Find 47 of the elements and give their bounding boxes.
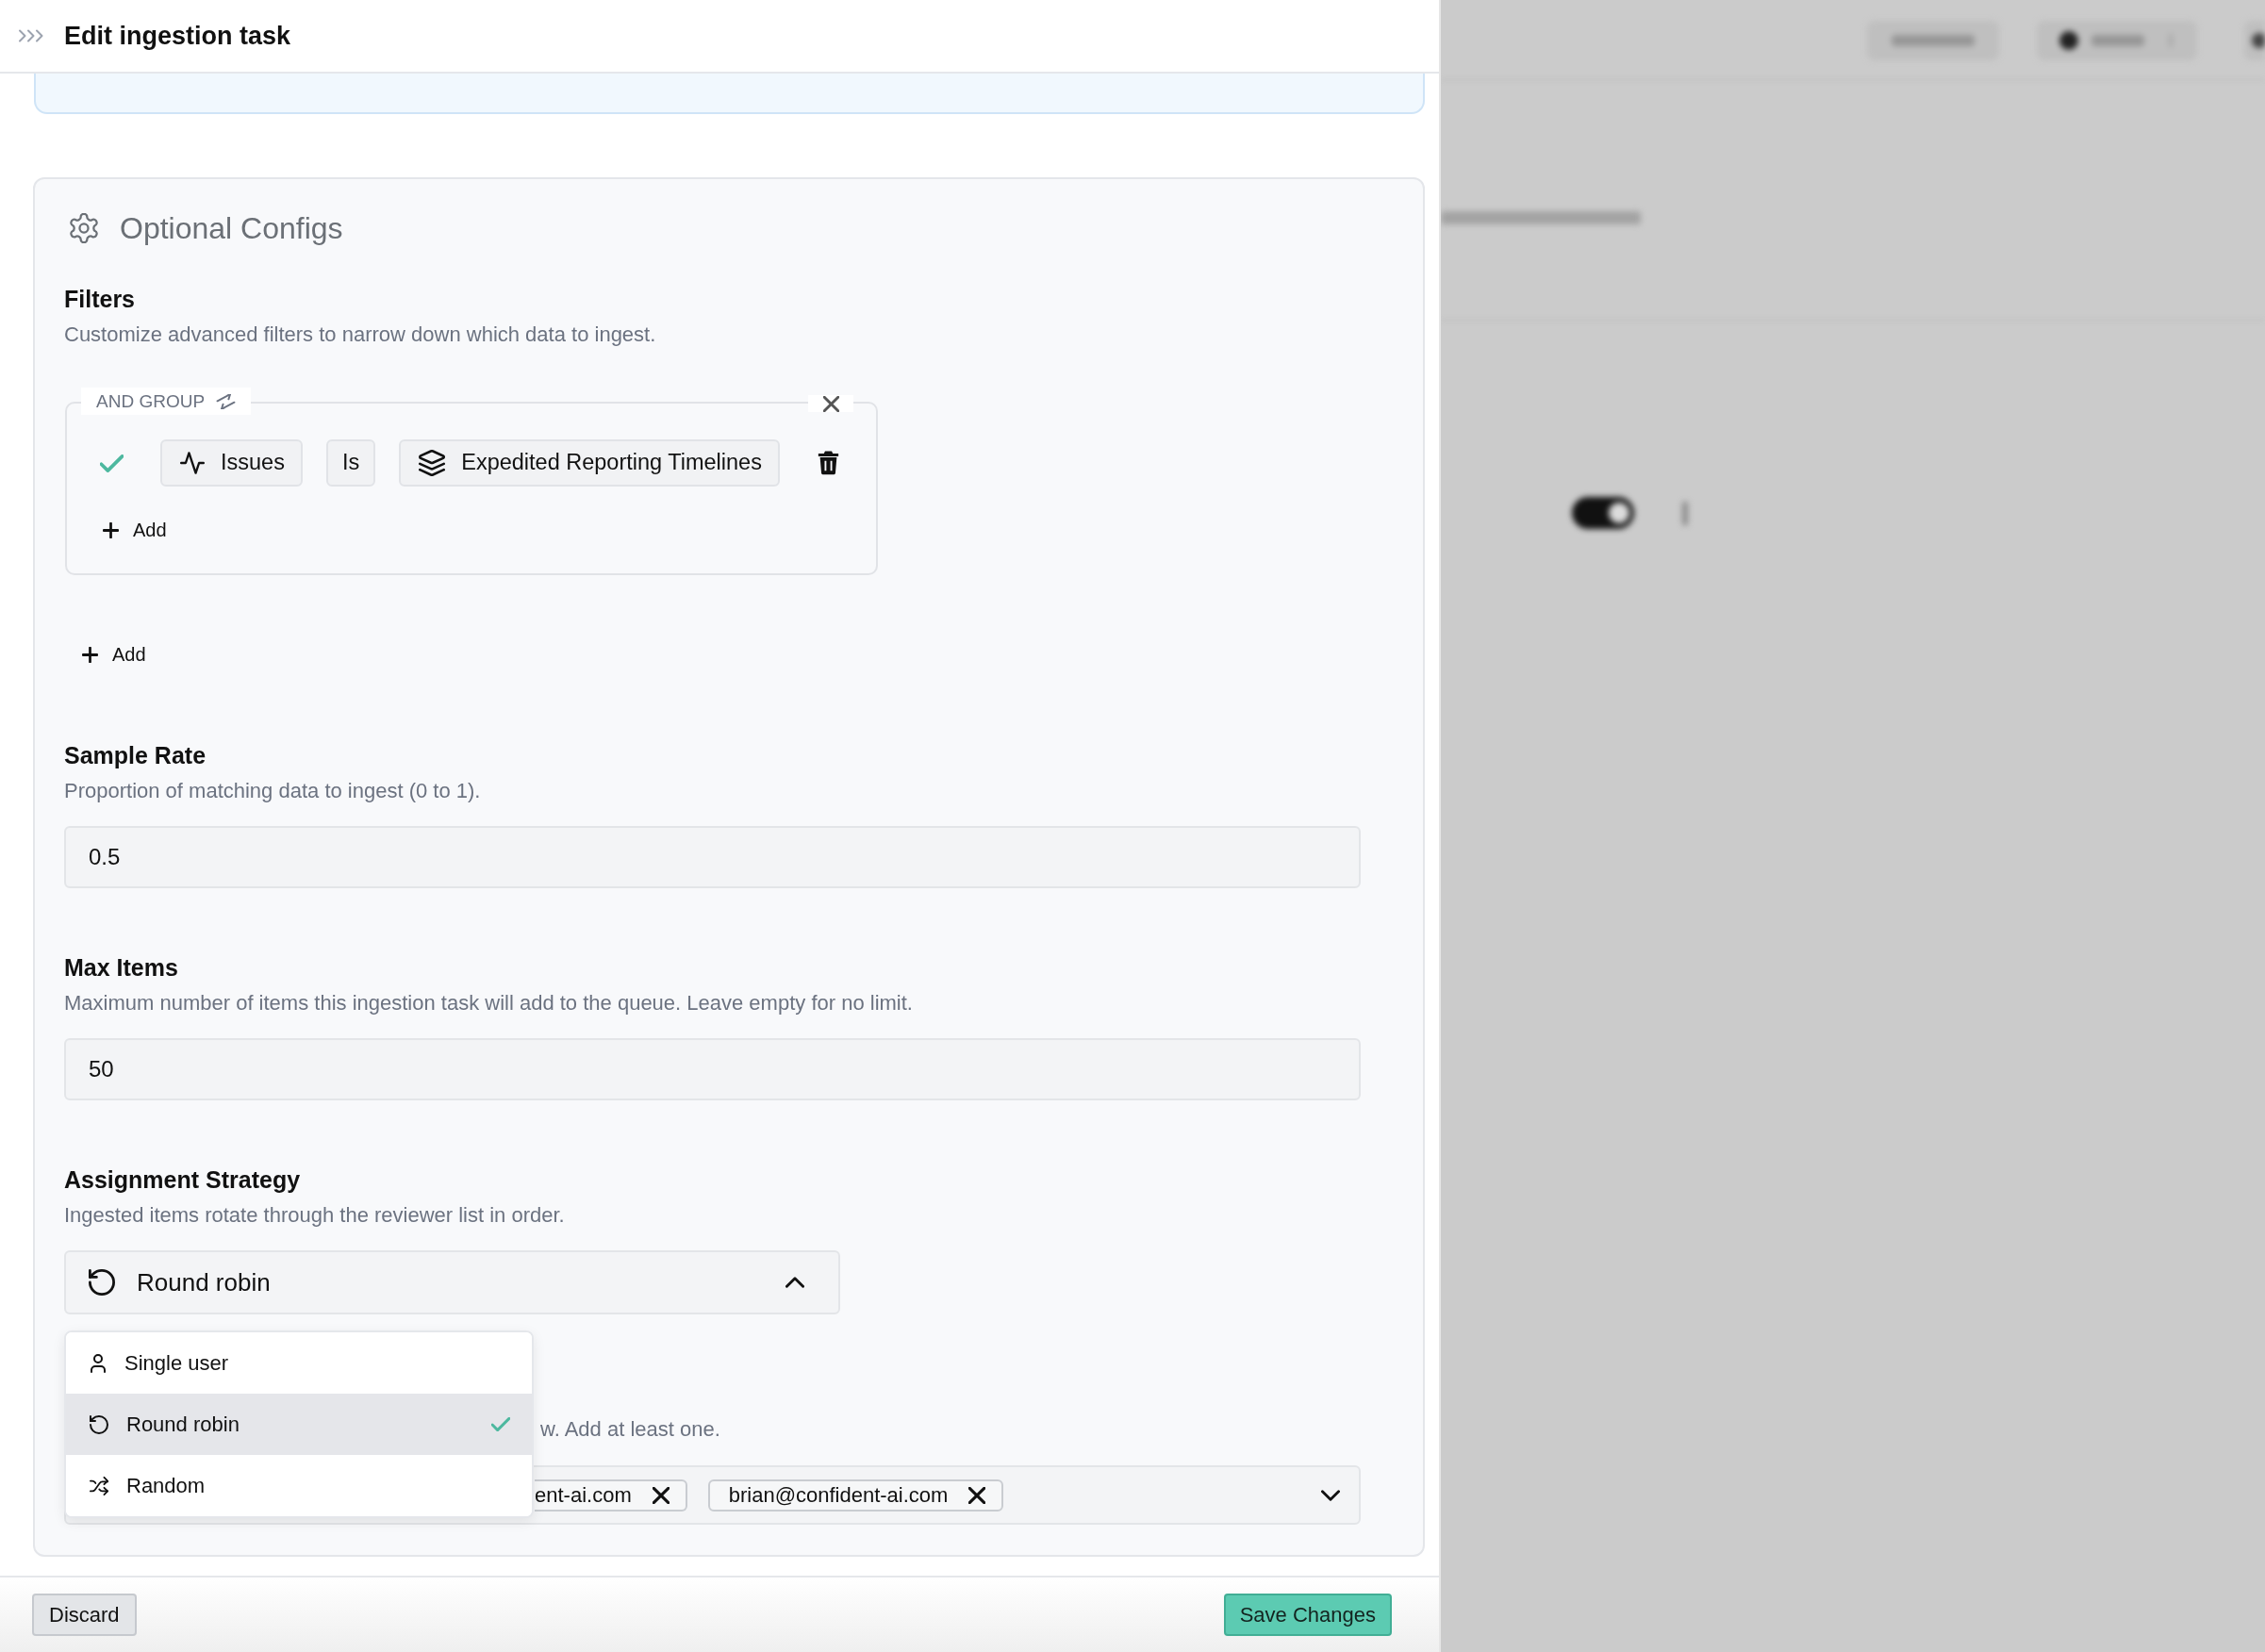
shuffle-icon: [90, 1476, 108, 1495]
trash-icon[interactable]: [817, 451, 839, 475]
section-description: Ingested items rotate through the reviewer list in order.: [64, 1202, 566, 1229]
discard-button[interactable]: Discard: [32, 1594, 137, 1636]
rotate-icon: [89, 1269, 115, 1296]
remove-icon[interactable]: [652, 1486, 670, 1504]
plus-icon: [103, 521, 119, 538]
menu-option[interactable]: Random: [66, 1455, 532, 1516]
email-chip[interactable]: brian@confident-ai.com: [707, 1479, 1004, 1512]
number-input[interactable]: 0.5: [64, 826, 1361, 888]
strategy-select[interactable]: Round robin: [64, 1250, 840, 1314]
group-operator-button[interactable]: AND GROUP: [81, 388, 252, 415]
menu-option[interactable]: Round robin: [66, 1394, 532, 1455]
email-chip[interactable]: ent-ai.com: [535, 1479, 687, 1512]
remove-group-button[interactable]: [808, 395, 853, 412]
swap-arrows-icon: [216, 393, 237, 409]
chevron-down-icon: [1321, 1489, 1340, 1501]
section-description: Customize advanced filters to narrow down which data to ingest.: [64, 322, 657, 348]
section-title: Max Items: [64, 953, 179, 982]
value-select-button[interactable]: Expedited Reporting Timelines: [399, 439, 780, 487]
section-description: Proportion of matching data to ingest (0 to 1).: [64, 778, 482, 804]
plus-icon: [82, 646, 98, 663]
layers-icon: [419, 450, 446, 476]
section-title: Sample Rate: [64, 741, 207, 769]
operator-select-button[interactable]: Is: [325, 439, 376, 487]
user-icon: [90, 1353, 107, 1373]
settings-icon: [69, 213, 99, 243]
save-button[interactable]: Save Changes: [1223, 1594, 1392, 1636]
check-icon: [491, 1417, 510, 1431]
field-select-button[interactable]: Issues: [160, 439, 303, 487]
menu-option[interactable]: Single user: [66, 1332, 532, 1394]
section-description: w. Add at least one.: [540, 1416, 720, 1443]
close-icon: [822, 395, 839, 412]
blurred-kebab-drawing: [1682, 502, 1688, 525]
add-filter-button[interactable]: Add: [82, 643, 146, 666]
section-title: Assignment Strategy: [64, 1165, 302, 1194]
number-input[interactable]: 50: [64, 1038, 1361, 1100]
section-title: Filters: [64, 285, 137, 313]
panel-title: Optional Configs: [120, 210, 343, 247]
activity-icon: [180, 452, 205, 474]
drawer-title: Edit ingestion task: [64, 21, 291, 52]
rotate-icon: [90, 1414, 108, 1434]
blurred-toggle-drawing: [1572, 497, 1634, 529]
section-description: Maximum number of items this ingestion task will add to the queue. Leave empty for no limit.: [64, 990, 914, 1016]
chevron-up-icon: [785, 1277, 804, 1288]
remove-icon[interactable]: [968, 1486, 986, 1504]
add-condition-button[interactable]: Add: [103, 519, 167, 541]
